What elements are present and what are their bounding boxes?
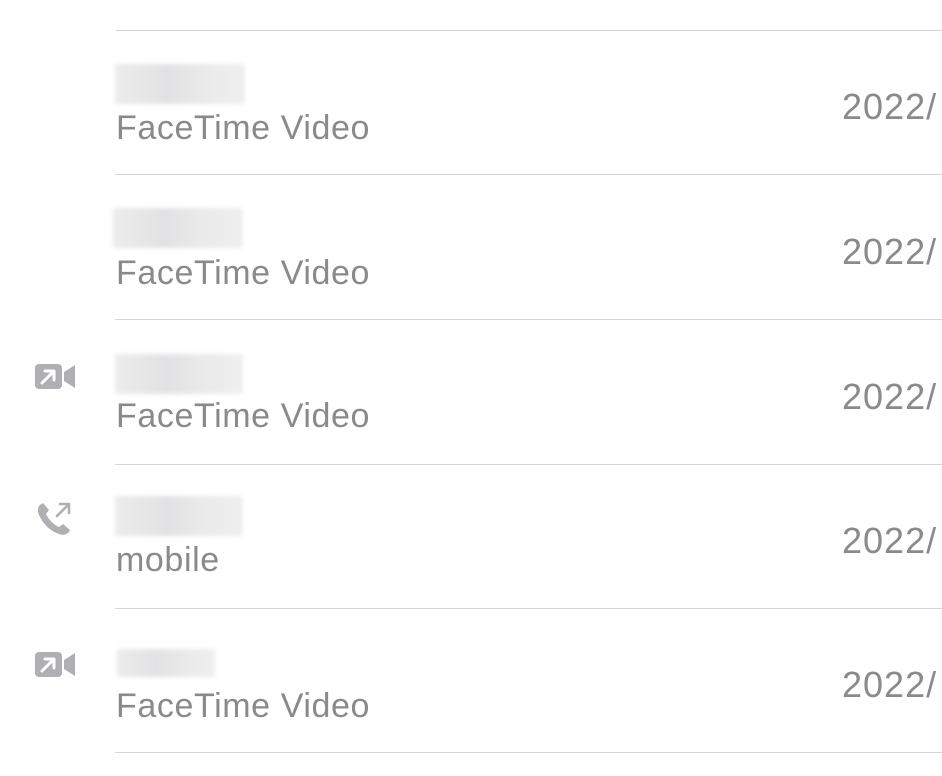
call-log-screen: FaceTime Video 2022/ FaceTime Video 2022… [0,0,942,776]
call-date: 2022/ [842,520,938,561]
call-type-label: mobile [116,541,220,579]
call-date: 2022/ [842,376,938,417]
list-item-partial-top[interactable] [116,0,942,31]
row-separator [115,174,942,175]
call-log-row[interactable]: FaceTime Video 2022/ [0,176,942,320]
outgoing-facetime-video-icon [34,361,78,391]
redacted-contact-name [117,649,215,677]
call-type-label: FaceTime Video [116,687,371,725]
redacted-contact-name [115,496,243,536]
outgoing-phone-call-icon [36,501,74,537]
redacted-contact-name [115,64,245,104]
call-log-row[interactable]: FaceTime Video 2022/ [0,609,942,753]
call-type-label: FaceTime Video [116,254,371,292]
call-type-label: FaceTime Video [116,109,371,147]
outgoing-facetime-video-icon [34,649,78,679]
redacted-contact-name [115,354,243,394]
redacted-contact-name [113,208,243,248]
call-type-label: FaceTime Video [116,397,371,435]
call-log-row[interactable]: mobile 2022/ [0,465,942,609]
row-separator [115,319,942,320]
call-date: 2022/ [842,664,938,705]
call-date: 2022/ [842,86,938,127]
call-log-row[interactable]: FaceTime Video 2022/ [0,31,942,175]
call-date: 2022/ [842,231,938,272]
call-log-row[interactable]: FaceTime Video 2022/ [0,321,942,465]
row-separator [115,752,942,753]
